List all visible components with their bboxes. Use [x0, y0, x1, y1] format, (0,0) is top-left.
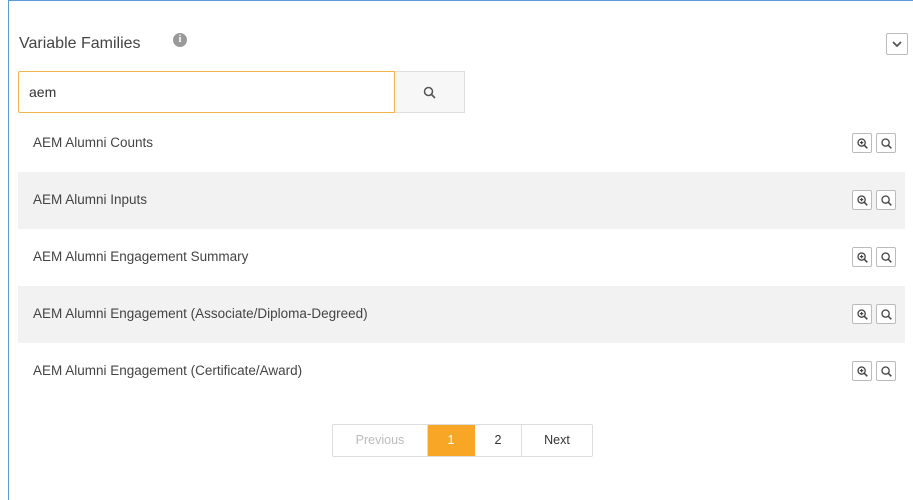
zoom-button[interactable]: [852, 304, 872, 324]
search-icon: [881, 309, 892, 320]
search-icon: [881, 252, 892, 263]
row-actions: [848, 361, 896, 381]
search-row-button[interactable]: [876, 304, 896, 324]
search-bar: [18, 71, 466, 114]
list-item: AEM Alumni Engagement Summary: [18, 229, 905, 286]
variable-family-list: AEM Alumni Counts AEM Alumni Inputs AEM …: [18, 115, 905, 400]
list-item: AEM Alumni Counts: [18, 115, 905, 172]
list-item: AEM Alumni Inputs: [18, 172, 905, 229]
row-actions: [848, 190, 896, 210]
list-item: AEM Alumni Engagement (Associate/Diploma…: [18, 286, 905, 343]
search-icon: [881, 366, 892, 377]
zoom-in-icon: [857, 309, 868, 320]
zoom-in-icon: [857, 138, 868, 149]
list-item-label: AEM Alumni Engagement (Certificate/Award…: [33, 363, 303, 378]
search-button[interactable]: [395, 71, 465, 113]
search-row-button[interactable]: [876, 247, 896, 267]
search-row-button[interactable]: [876, 133, 896, 153]
pagination-next[interactable]: Next: [522, 425, 592, 456]
collapse-button[interactable]: [886, 33, 908, 55]
pagination: Previous 1 2 Next: [332, 424, 593, 457]
search-row-button[interactable]: [876, 190, 896, 210]
pagination-page-2[interactable]: 2: [475, 425, 522, 456]
zoom-button[interactable]: [852, 361, 872, 381]
list-item-label: AEM Alumni Inputs: [33, 192, 148, 207]
pagination-previous[interactable]: Previous: [333, 425, 428, 456]
list-item-label: AEM Alumni Engagement Summary: [33, 249, 249, 264]
variable-families-panel: Variable Families i AEM Alumni Counts: [8, 0, 913, 500]
search-icon: [881, 138, 892, 149]
zoom-in-icon: [857, 252, 868, 263]
row-actions: [848, 133, 896, 153]
search-icon: [881, 195, 892, 206]
list-item-label: AEM Alumni Engagement (Associate/Diploma…: [33, 306, 368, 321]
pagination-page-1[interactable]: 1: [428, 425, 475, 456]
zoom-button[interactable]: [852, 190, 872, 210]
search-row-button[interactable]: [876, 361, 896, 381]
zoom-button[interactable]: [852, 247, 872, 267]
search-input[interactable]: [18, 71, 395, 113]
panel-header: Variable Families i: [9, 31, 913, 61]
zoom-in-icon: [857, 366, 868, 377]
chevron-down-icon: [892, 41, 902, 48]
info-icon[interactable]: i: [173, 33, 187, 47]
search-icon: [423, 86, 436, 99]
panel-title: Variable Families: [19, 35, 141, 52]
zoom-in-icon: [857, 195, 868, 206]
row-actions: [848, 247, 896, 267]
list-item-label: AEM Alumni Counts: [33, 135, 154, 150]
row-actions: [848, 304, 896, 324]
zoom-button[interactable]: [852, 133, 872, 153]
list-item: AEM Alumni Engagement (Certificate/Award…: [18, 343, 905, 400]
